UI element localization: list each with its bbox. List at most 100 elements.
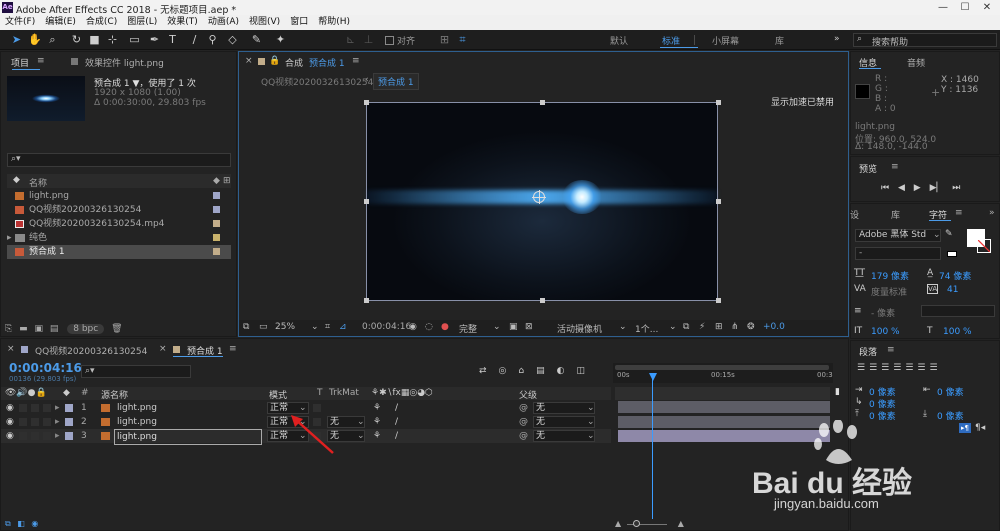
- layer-label-swatch[interactable]: [65, 432, 73, 440]
- pick-whip-icon[interactable]: @: [519, 429, 528, 443]
- always-preview-icon[interactable]: ⧉: [243, 322, 249, 332]
- puppet-tool-icon[interactable]: ✦: [274, 33, 287, 46]
- clone-stamp-tool-icon[interactable]: ⚲: [206, 33, 219, 46]
- panel-menu-icon[interactable]: ≡: [887, 345, 895, 355]
- list-item[interactable]: ▸ 纯色: [7, 231, 231, 245]
- rectangle-tool-icon[interactable]: ▭: [128, 33, 141, 46]
- breadcrumb-active[interactable]: 预合成 1: [373, 73, 419, 90]
- zoom-out-icon[interactable]: ▲: [615, 519, 621, 528]
- breadcrumb-back-icon[interactable]: ‹: [365, 75, 369, 85]
- align-center-icon[interactable]: ☰: [869, 363, 881, 373]
- playhead-handle-icon[interactable]: [649, 373, 657, 381]
- align-right-icon[interactable]: ☰: [881, 363, 893, 373]
- flowchart-icon[interactable]: ⋔: [731, 322, 739, 332]
- time-navigator[interactable]: 00s 00:15s 00:3: [613, 363, 833, 383]
- transform-handle[interactable]: [540, 100, 545, 105]
- lock-toggle[interactable]: [43, 418, 51, 426]
- transform-handle[interactable]: [716, 100, 721, 105]
- space-after-value[interactable]: 0 像素: [937, 409, 964, 422]
- col-name[interactable]: 名称: [29, 176, 47, 189]
- layer-name-selected[interactable]: light.png: [114, 429, 262, 445]
- color-channel-icon[interactable]: ●: [441, 322, 449, 332]
- stroke-mode-select[interactable]: [921, 305, 995, 317]
- hand-tool-icon[interactable]: ✋: [28, 33, 42, 46]
- zoom-tool-icon[interactable]: ⌕: [46, 33, 59, 46]
- panel-menu-icon[interactable]: ≡: [37, 56, 45, 66]
- swap-colors-icon[interactable]: [947, 251, 957, 257]
- pick-whip-icon[interactable]: @: [519, 401, 528, 415]
- quality-switch-icon[interactable]: /: [395, 415, 398, 429]
- workspace-default[interactable]: 默认: [610, 34, 628, 47]
- current-time[interactable]: 0:00:04:16: [9, 361, 82, 375]
- workspace-standard[interactable]: 标准: [662, 34, 680, 47]
- shy-switch-icon[interactable]: ⚘: [373, 415, 381, 429]
- justify-right-icon[interactable]: ☰: [917, 363, 929, 373]
- minimize-button[interactable]: —: [932, 0, 954, 15]
- leading-value[interactable]: 74 像素: [939, 269, 971, 282]
- rtl-direction-icon[interactable]: ¶◂: [975, 423, 985, 433]
- first-frame-icon[interactable]: ⏮: [881, 183, 889, 193]
- transparency-grid-icon[interactable]: ⊠: [525, 322, 533, 332]
- in-out-toggle-icon[interactable]: ◉: [31, 519, 38, 528]
- justify-all-icon[interactable]: ☰: [929, 363, 941, 373]
- quality-switch-icon[interactable]: /: [395, 401, 398, 415]
- list-item[interactable]: QQ视频20200326130254: [7, 203, 231, 217]
- eyedropper-icon[interactable]: ✎: [945, 229, 953, 239]
- visibility-eye-icon[interactable]: ◉: [6, 429, 14, 443]
- panel-menu-icon[interactable]: ≡: [955, 208, 963, 218]
- justify-center-icon[interactable]: ☰: [905, 363, 917, 373]
- resolution-select[interactable]: 完整: [459, 322, 477, 335]
- frame-blending-icon[interactable]: ▤: [536, 366, 557, 376]
- tab-effects-controls[interactable]: 效果控件 light.png: [85, 56, 164, 69]
- next-frame-icon[interactable]: ▶▏: [930, 183, 944, 193]
- snap-checkbox[interactable]: [385, 36, 394, 45]
- maximize-button[interactable]: ☐: [954, 0, 976, 15]
- help-search-field[interactable]: ⌕ 搜索帮助: [853, 33, 997, 48]
- pen-tool-icon[interactable]: ✒: [148, 33, 161, 46]
- project-search-field[interactable]: ⌕▾: [7, 153, 231, 167]
- align-left-icon[interactable]: ☰: [857, 363, 869, 373]
- bpc-button[interactable]: 8 bpc: [67, 324, 105, 334]
- rotate-tool-icon[interactable]: ↻: [70, 33, 83, 46]
- expand-arrow-icon[interactable]: ▸: [7, 231, 12, 245]
- parent-select[interactable]: 无: [533, 402, 595, 414]
- transform-handle[interactable]: [540, 298, 545, 303]
- layer-bar-3-selected[interactable]: [618, 430, 830, 442]
- solo-toggle[interactable]: [31, 418, 39, 426]
- new-comp-icon[interactable]: ▣: [34, 324, 43, 334]
- stroke-color-swatch[interactable]: [977, 239, 991, 253]
- comp-flowchart-icon[interactable]: ⇄: [479, 366, 499, 376]
- comp-marker-icon[interactable]: ▮: [835, 387, 840, 397]
- new-folder-icon[interactable]: ▬: [19, 324, 28, 334]
- tab-project[interactable]: 项目: [11, 56, 29, 69]
- audio-toggle[interactable]: [19, 404, 27, 412]
- expand-arrow-icon[interactable]: ▸: [55, 429, 60, 443]
- table-row[interactable]: ◉ ▸ 1 light.png 正常 ⌄ ⚘ / @ 无 ⌄: [1, 401, 611, 415]
- transform-handle[interactable]: [716, 298, 721, 303]
- monitor-icon[interactable]: ▭: [259, 322, 268, 332]
- visibility-eye-icon[interactable]: ◉: [6, 401, 14, 415]
- tracking-value[interactable]: 41: [947, 285, 958, 295]
- visibility-eye-icon[interactable]: ◉: [6, 415, 14, 429]
- close-tab-icon[interactable]: ×: [159, 344, 167, 354]
- fast-preview-icon[interactable]: ⚡: [699, 322, 705, 332]
- vertical-scale-value[interactable]: 100 %: [871, 327, 900, 337]
- layer-name[interactable]: light.png: [117, 401, 157, 415]
- list-item[interactable]: QQ视频20200326130254.mp4: [7, 217, 231, 231]
- brush-tool-icon[interactable]: ∕: [188, 33, 201, 46]
- parent-select[interactable]: 无: [533, 416, 595, 428]
- shy-switch-icon[interactable]: ⚘: [373, 429, 381, 443]
- motion-blur-icon[interactable]: ◐: [557, 366, 577, 376]
- show-snapshot-icon[interactable]: ◌: [425, 322, 433, 332]
- draft-3d-icon[interactable]: ◎: [499, 366, 519, 376]
- panel-menu-icon[interactable]: ≡: [352, 56, 360, 66]
- layer-bar-1[interactable]: [618, 401, 830, 413]
- viewer-timecode[interactable]: 0:00:04:16: [362, 322, 411, 332]
- justify-left-icon[interactable]: ☰: [893, 363, 905, 373]
- layer-switches-toggle-icon[interactable]: ⧉: [5, 519, 11, 528]
- pan-behind-tool-icon[interactable]: ⊹: [106, 33, 119, 46]
- layer-bar-2[interactable]: [618, 416, 830, 428]
- ltr-direction-icon[interactable]: ▸¶: [959, 423, 971, 433]
- reset-exposure-icon[interactable]: ❂: [747, 322, 755, 332]
- close-tab-icon[interactable]: ×: [7, 344, 15, 354]
